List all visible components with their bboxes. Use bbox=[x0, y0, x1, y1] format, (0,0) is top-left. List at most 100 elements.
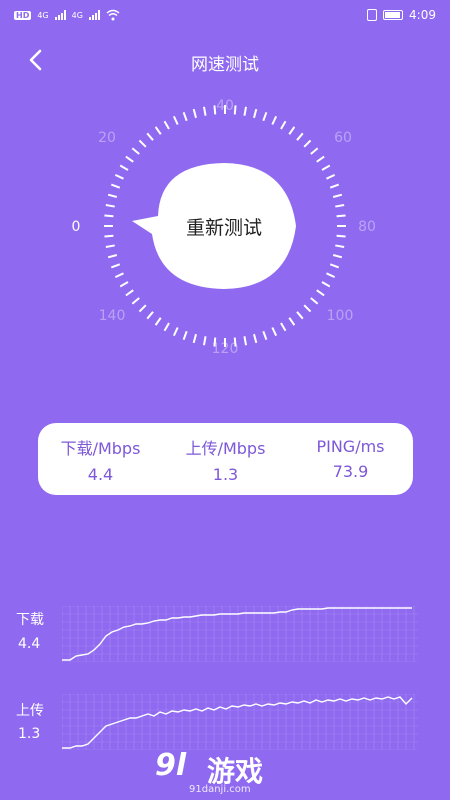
dial-tick bbox=[105, 204, 115, 208]
dial-tick bbox=[138, 304, 147, 313]
stat-upload-label: 上传/Mbps bbox=[185, 438, 266, 458]
dial-tick bbox=[110, 263, 121, 269]
tick-label-120: 120 bbox=[212, 341, 239, 357]
stat-ping-label: PING/ms bbox=[316, 437, 385, 456]
dial-tick bbox=[296, 132, 304, 141]
dial-tick bbox=[296, 311, 304, 320]
tick-label-40: 40 bbox=[216, 98, 234, 114]
dial-tick bbox=[253, 333, 258, 344]
dial-tick bbox=[332, 193, 343, 198]
download-graph-line bbox=[62, 607, 412, 661]
stat-ping: PING/ms 73.9 bbox=[289, 437, 413, 481]
stat-ping-value: 73.9 bbox=[332, 462, 369, 481]
wifi-icon bbox=[106, 9, 120, 21]
dial-tick bbox=[105, 244, 115, 248]
dial-tick bbox=[316, 155, 325, 163]
dial-tick bbox=[172, 115, 179, 125]
status-bar: HD 4G 4G 4:09 bbox=[0, 0, 450, 30]
dial-tick bbox=[119, 281, 129, 288]
vibrate-icon bbox=[367, 9, 378, 21]
dial-tick bbox=[280, 120, 287, 130]
retest-button[interactable]: 重新测试 bbox=[150, 163, 298, 289]
tick-label-20: 20 bbox=[98, 130, 116, 146]
dial-tick bbox=[192, 108, 197, 119]
dial-tick bbox=[203, 106, 207, 116]
upload-graph-line bbox=[62, 696, 413, 749]
network-type-1: 4G bbox=[37, 10, 49, 20]
dial-tick bbox=[271, 115, 278, 125]
dial-tick bbox=[310, 297, 319, 305]
dial-tick bbox=[288, 126, 296, 135]
dial-tick bbox=[114, 173, 124, 180]
dial-tick bbox=[326, 173, 336, 180]
tick-label-140: 140 bbox=[99, 308, 126, 324]
stats-card: 下载/Mbps 4.4 上传/Mbps 1.3 PING/ms 73.9 bbox=[38, 423, 413, 495]
download-graph-grid bbox=[62, 606, 418, 662]
dial-tick bbox=[321, 281, 331, 288]
download-graph bbox=[62, 606, 418, 662]
dial-tick bbox=[146, 311, 154, 320]
dial-tick bbox=[125, 289, 134, 297]
dial-tick bbox=[336, 234, 346, 238]
dial-tick bbox=[203, 336, 207, 346]
tick-label-80: 80 bbox=[358, 219, 376, 235]
dial-tick bbox=[316, 289, 325, 297]
dial-tick bbox=[131, 147, 140, 155]
dial-tick bbox=[310, 147, 319, 155]
dial-tick bbox=[329, 183, 340, 189]
dial-tick bbox=[262, 111, 268, 122]
dial-tick bbox=[332, 254, 343, 259]
upload-graph-value: 1.3 bbox=[18, 726, 41, 742]
dial-tick bbox=[172, 327, 179, 337]
dial-tick bbox=[104, 214, 114, 218]
dial-tick bbox=[182, 111, 188, 122]
dial-tick bbox=[335, 244, 345, 248]
status-right: 4:09 bbox=[367, 8, 436, 22]
dial-tick bbox=[163, 322, 170, 332]
hd-badge: HD bbox=[14, 10, 32, 20]
tick-label-60: 60 bbox=[334, 130, 352, 146]
dial-tick bbox=[233, 105, 237, 115]
stat-download-label: 下载/Mbps bbox=[60, 438, 141, 458]
dial-tick bbox=[262, 330, 268, 341]
dial-tick bbox=[154, 126, 162, 135]
dial-tick bbox=[182, 330, 188, 341]
dial-tick bbox=[107, 193, 118, 198]
dial-tick bbox=[336, 214, 346, 218]
dial-tick bbox=[146, 132, 154, 141]
dial-tick bbox=[329, 263, 340, 269]
dial-tick bbox=[288, 317, 296, 326]
dial-tick bbox=[253, 108, 258, 119]
nav-bar: 网速测试 bbox=[0, 40, 450, 80]
dial-tick bbox=[125, 155, 134, 163]
dial-tick bbox=[110, 183, 121, 189]
dial-tick bbox=[243, 106, 247, 116]
dial-tick bbox=[280, 322, 287, 332]
download-graph-label: 下载 bbox=[16, 612, 44, 628]
dial-tick bbox=[243, 336, 247, 346]
dial-tick bbox=[303, 304, 312, 313]
dial-tick bbox=[335, 204, 345, 208]
stat-upload-value: 1.3 bbox=[212, 464, 239, 484]
watermark-logo: 9l 游戏 91danji.com bbox=[155, 748, 295, 798]
stat-upload: 上传/Mbps 1.3 bbox=[164, 435, 288, 484]
dial-tick bbox=[119, 164, 129, 171]
dial-tick bbox=[326, 272, 336, 279]
dial-tick bbox=[107, 254, 118, 259]
tick-label-0: 0 bbox=[72, 219, 81, 235]
network-type-2: 4G bbox=[71, 10, 83, 20]
dial-tick bbox=[303, 139, 312, 148]
dial-tick bbox=[131, 297, 140, 305]
upload-graph-grid bbox=[62, 694, 418, 750]
stat-download: 下载/Mbps 4.4 bbox=[39, 435, 163, 484]
status-time: 4:09 bbox=[409, 8, 436, 22]
signal-icon-2 bbox=[88, 10, 100, 20]
dial-tick bbox=[114, 272, 124, 279]
upload-graph-label: 上传 bbox=[16, 703, 44, 719]
dial-tick bbox=[104, 234, 114, 238]
signal-icon bbox=[54, 10, 66, 20]
dial-tick bbox=[192, 333, 197, 344]
status-left: HD 4G 4G bbox=[14, 9, 120, 21]
watermark-url: 91danji.com bbox=[189, 784, 251, 795]
dial-tick bbox=[271, 327, 278, 337]
